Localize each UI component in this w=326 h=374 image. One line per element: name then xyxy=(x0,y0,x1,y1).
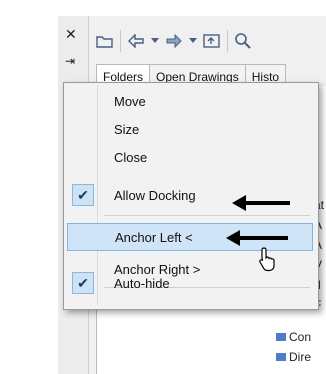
menu-item-label: Move xyxy=(114,93,146,109)
menu-item-label: Close xyxy=(114,149,148,165)
palette-toolbar xyxy=(96,24,326,58)
tree-item-label: Con xyxy=(289,330,312,344)
menu-item-label: Auto-hide xyxy=(114,275,170,291)
checkmark-icon: ✔ xyxy=(72,272,94,294)
menu-item-move[interactable]: Move xyxy=(67,87,313,115)
auto-hide-pin-icon[interactable]: ⇥ xyxy=(65,54,75,68)
search-icon[interactable] xyxy=(234,29,252,53)
menu-separator xyxy=(104,215,310,216)
toolbar-separator xyxy=(227,30,228,52)
tree-item[interactable]: Con xyxy=(276,330,311,344)
up-folder-icon[interactable] xyxy=(203,29,221,53)
tree-item[interactable]: Dire xyxy=(276,350,311,364)
tree-item-label: Dire xyxy=(289,350,312,364)
menu-item-label: Anchor Left < xyxy=(115,229,193,245)
toolbar-separator xyxy=(120,30,121,52)
annotation-arrow-icon xyxy=(226,230,288,246)
folder-open-icon[interactable] xyxy=(96,29,114,53)
hand-pointer-cursor-icon xyxy=(259,247,275,272)
annotation-arrow-icon xyxy=(232,195,290,211)
menu-item-close[interactable]: Close xyxy=(67,143,313,171)
folder-icon xyxy=(276,353,286,361)
forward-icon[interactable] xyxy=(165,29,183,53)
menu-item-label: Size xyxy=(114,121,140,137)
back-dropdown-icon[interactable] xyxy=(151,29,159,53)
menu-item-size[interactable]: Size xyxy=(67,115,313,143)
back-icon[interactable] xyxy=(127,29,145,53)
folder-icon xyxy=(276,333,286,341)
menu-item-auto-hide[interactable]: ✔ Auto-hide xyxy=(67,269,313,297)
checkmark-icon: ✔ xyxy=(72,184,94,206)
menu-item-label: Allow Docking xyxy=(114,187,196,203)
forward-dropdown-icon[interactable] xyxy=(189,29,197,53)
close-icon[interactable]: ✕ xyxy=(65,26,77,43)
